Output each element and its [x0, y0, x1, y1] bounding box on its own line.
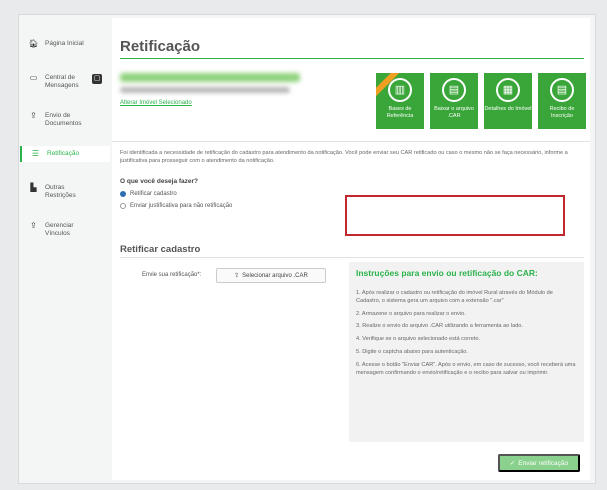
option-label: Retificar cadastro — [130, 191, 177, 197]
tile-reference-bases[interactable]: ▥ Bases de Referência — [376, 73, 424, 129]
upload-icon: ⇪ — [234, 273, 240, 279]
change-property-link[interactable]: Alterar Imóvel Selecionado — [120, 100, 192, 106]
check-icon: ✓ — [509, 460, 516, 467]
property-name-blurred — [120, 73, 300, 82]
page-title: Retificação — [120, 38, 201, 55]
map-icon: ▥ — [388, 78, 412, 102]
sidebar-item-label: Central de Mensagens — [45, 74, 79, 89]
instructions-title: Instruções para envio ou retificação do … — [356, 268, 538, 278]
list-icon: ☰ — [31, 149, 40, 158]
select-file-button[interactable]: ⇪ Selecionar arquivo .CAR — [216, 268, 326, 283]
section-title: Retificar cadastro — [120, 244, 201, 255]
download-icon: ▤ — [442, 78, 466, 102]
instruction-step: 3. Realize o envio do arquivo .CAR utili… — [356, 323, 523, 330]
details-icon: ▦ — [496, 78, 520, 102]
section-divider — [120, 257, 584, 258]
sidebar-item-label: Gerenciar Vínculos — [45, 222, 74, 237]
main-panel: Retificação Alterar Imóvel Selecionado ▥… — [112, 18, 590, 480]
instruction-step: 5. Digite o captcha abaixo para autentic… — [356, 348, 468, 355]
option-label: Enviar justificativa para não retificaçã… — [130, 203, 233, 209]
property-details-blurred — [120, 87, 290, 93]
tile-property-details[interactable]: ▦ Detalhes do Imóvel — [484, 73, 532, 129]
tile-label: Baixar o arquivo .CAR — [434, 106, 474, 119]
divider — [112, 141, 590, 142]
option-justify[interactable]: Enviar justificativa para não retificaçã… — [120, 203, 232, 209]
action-tiles: ▥ Bases de Referência ▤ Baixar o arquivo… — [376, 73, 586, 129]
radio-retify[interactable] — [120, 191, 126, 197]
sidebar-item-home[interactable]: 🏠︎ Página Inicial — [20, 40, 110, 48]
tile-download-car[interactable]: ▤ Baixar o arquivo .CAR — [430, 73, 478, 129]
tile-label: Bases de Referência — [386, 106, 414, 119]
instructions-panel: Instruções para envio ou retificação do … — [349, 262, 584, 442]
instruction-step: 4. Verifique se o arquivo selecionado es… — [356, 336, 481, 343]
title-divider — [120, 58, 584, 59]
inbox-icon: ▭ — [29, 73, 38, 82]
instruction-step: 6. Acesse o botão "Enviar CAR". Após o e… — [356, 361, 576, 376]
notification-description: Foi identificada a necessidade de retifi… — [120, 150, 568, 164]
tile-label: Recibo de Inscrição — [549, 106, 575, 119]
upload-label: Envie sua retificação*: — [142, 272, 202, 278]
tile-receipt[interactable]: ▤ Recibo de Inscrição — [538, 73, 586, 129]
sidebar-item-label: Envio de Documentos — [45, 112, 82, 127]
sidebar-item-retification[interactable]: ☰ Retificação — [20, 146, 110, 162]
message-icon: ▢ — [92, 74, 102, 84]
question-label: O que você deseja fazer? — [120, 178, 199, 185]
send-retification-button[interactable]: ✓ Enviar retificação — [498, 454, 580, 472]
sidebar-item-label: Página Inicial — [45, 40, 84, 47]
highlight-box — [345, 195, 565, 236]
sidebar-item-links[interactable]: ⇪ Gerenciar Vínculos — [20, 222, 110, 237]
tile-label: Detalhes do Imóvel — [484, 106, 532, 112]
home-icon: 🏠︎ — [28, 39, 39, 48]
sidebar-item-documents[interactable]: ⇪ Envio de Documentos — [20, 112, 110, 127]
sidebar-item-label: Outras Restrições — [45, 184, 76, 199]
sidebar-item-restrictions[interactable]: ▙ Outras Restrições — [20, 184, 110, 199]
sidebar-item-label: Retificação — [47, 150, 80, 157]
document-icon: ▙ — [30, 183, 37, 192]
sidebar-item-messages[interactable]: ▭ Central de Mensagens ▢ — [20, 74, 110, 89]
option-retify[interactable]: Retificar cadastro — [120, 191, 177, 197]
receipt-icon: ▤ — [550, 78, 574, 102]
radio-justify[interactable] — [120, 203, 126, 209]
upload-icon: ⇪ — [30, 111, 37, 120]
select-file-label: Selecionar arquivo .CAR — [242, 272, 308, 279]
sidebar: 🏠︎ Página Inicial ▭ Central de Mensagens… — [20, 18, 110, 478]
send-label: Enviar retificação — [518, 459, 569, 467]
user-icon: ⇪ — [30, 221, 37, 230]
instruction-step: 1. Após realizar o cadastro ou retificaç… — [356, 290, 553, 304]
instruction-step: 2. Armazene o arquivo para realizar o en… — [356, 310, 466, 317]
